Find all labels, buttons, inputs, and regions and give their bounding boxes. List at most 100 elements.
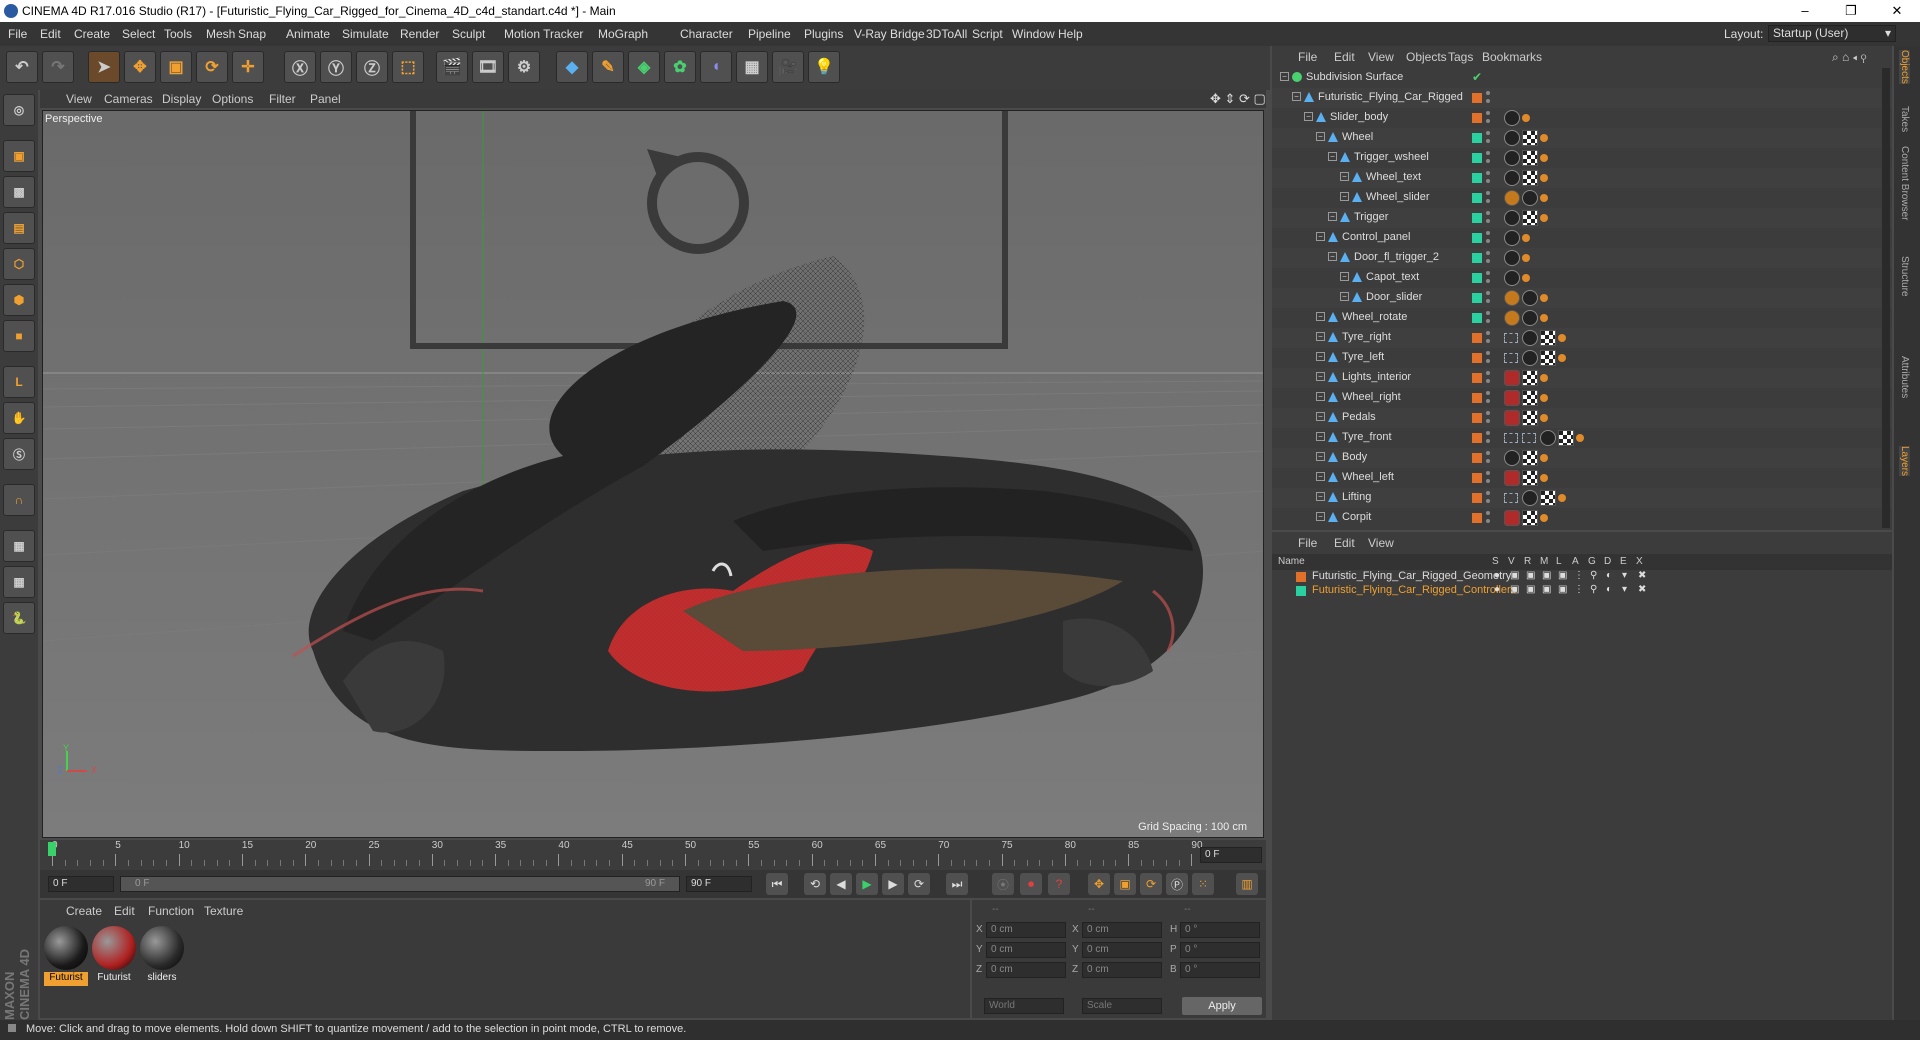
editor-visibility-dot[interactable] — [1486, 351, 1490, 355]
editor-visibility-dot[interactable] — [1486, 311, 1490, 315]
layer-flag-icon[interactable]: ▣ — [1542, 584, 1551, 595]
snap-button[interactable]: Ⓢ — [3, 438, 35, 470]
expand-toggle[interactable]: − — [1316, 472, 1325, 481]
checkmark-icon[interactable]: ✔ — [1472, 70, 1482, 84]
render-picture-viewer-button[interactable]: 🎞 — [472, 51, 504, 83]
expand-toggle[interactable]: − — [1340, 172, 1349, 181]
coord-size-field[interactable]: 0 cm — [1082, 962, 1162, 978]
material-red-tag-icon[interactable] — [1504, 510, 1520, 526]
layer-flag-icon[interactable]: ◐ — [1606, 584, 1612, 595]
coord-size-field[interactable]: 0 cm — [1082, 922, 1162, 938]
layout-select[interactable]: Startup (User) ▾ — [1768, 25, 1896, 42]
expand-toggle[interactable]: − — [1292, 92, 1301, 101]
editor-visibility-dot[interactable] — [1486, 191, 1490, 195]
texture-tag-icon[interactable] — [1522, 450, 1538, 466]
object-name[interactable]: Door_slider — [1366, 291, 1422, 303]
object-row[interactable]: − Wheel_right — [1272, 388, 1892, 408]
texture-tag-icon[interactable] — [1522, 470, 1538, 486]
object-name[interactable]: Trigger_wsheel — [1354, 151, 1429, 163]
menu-select[interactable]: Select — [122, 27, 155, 41]
object-name[interactable]: Lifting — [1342, 491, 1371, 503]
constraint-tag-icon[interactable] — [1540, 154, 1548, 162]
editor-visibility-dot[interactable] — [1486, 491, 1490, 495]
selection-tag-icon[interactable] — [1504, 493, 1518, 503]
layer-flag-icon[interactable]: ▾ — [1622, 584, 1627, 595]
object-menu-objects[interactable]: Objects — [1406, 50, 1447, 64]
expand-toggle[interactable]: − — [1280, 72, 1289, 81]
material-menu-function[interactable]: Function — [148, 904, 194, 918]
material-tag-icon[interactable] — [1522, 350, 1538, 366]
layer-menu-view[interactable]: View — [1368, 536, 1394, 550]
render-visibility-dot[interactable] — [1486, 199, 1490, 203]
render-visibility-dot[interactable] — [1486, 99, 1490, 103]
coord-rotation-field[interactable]: 0 ° — [1180, 942, 1260, 958]
object-row[interactable]: − Door_fl_trigger_2 — [1272, 248, 1892, 268]
object-name[interactable]: Futuristic_Flying_Car_Rigged — [1318, 91, 1463, 103]
selection-tag-icon[interactable] — [1504, 433, 1518, 443]
constraint-tag-icon[interactable] — [1540, 314, 1548, 322]
menu-sculpt[interactable]: Sculpt — [452, 27, 485, 41]
coord-rotation-field[interactable]: 0 ° — [1180, 962, 1260, 978]
object-row[interactable]: − Lifting — [1272, 488, 1892, 508]
render-visibility-dot[interactable] — [1486, 279, 1490, 283]
object-row[interactable]: − Slider_body — [1272, 108, 1892, 128]
object-name[interactable]: Wheel_left — [1342, 471, 1394, 483]
key-scale-button[interactable]: ▣ — [1114, 873, 1136, 895]
viewport-menu-cameras[interactable]: Cameras — [104, 92, 153, 106]
selection-tag-icon[interactable] — [1504, 353, 1518, 363]
layer-color-swatch[interactable] — [1472, 413, 1482, 423]
editor-visibility-dot[interactable] — [1486, 211, 1490, 215]
dock-tab-attributes[interactable]: Attributes — [1899, 356, 1910, 398]
material-ball[interactable] — [92, 926, 136, 970]
constraint-tag-icon[interactable] — [1540, 454, 1548, 462]
render-visibility-dot[interactable] — [1486, 379, 1490, 383]
render-visibility-dot[interactable] — [1486, 299, 1490, 303]
material-tag-icon[interactable] — [1522, 290, 1538, 306]
expand-toggle[interactable]: − — [1328, 252, 1337, 261]
object-row[interactable]: − Lights_interior — [1272, 368, 1892, 388]
render-visibility-dot[interactable] — [1486, 359, 1490, 363]
layer-color-swatch[interactable] — [1472, 233, 1482, 243]
expand-toggle[interactable]: − — [1316, 452, 1325, 461]
expand-toggle[interactable]: − — [1316, 332, 1325, 341]
timeline-playhead[interactable] — [48, 842, 56, 856]
layer-flag-icon[interactable]: ▣ — [1558, 584, 1567, 595]
layer-flag-icon[interactable]: ⚲ — [1590, 584, 1597, 595]
viewport-menu-panel[interactable]: Panel — [310, 92, 341, 106]
layer-color-swatch[interactable] — [1472, 93, 1482, 103]
texture-tag-icon[interactable] — [1522, 370, 1538, 386]
object-menu-view[interactable]: View — [1368, 50, 1394, 64]
object-name[interactable]: Slider_body — [1330, 111, 1388, 123]
render-visibility-dot[interactable] — [1486, 479, 1490, 483]
layer-flag-icon[interactable]: ▣ — [1558, 570, 1567, 581]
render-visibility-dot[interactable] — [1486, 459, 1490, 463]
material-tag-icon[interactable] — [1504, 130, 1520, 146]
dock-tab-structure[interactable]: Structure — [1899, 256, 1910, 297]
editor-visibility-dot[interactable] — [1486, 391, 1490, 395]
layer-menu-edit[interactable]: Edit — [1334, 536, 1355, 550]
expand-toggle[interactable]: − — [1340, 292, 1349, 301]
menu-animate[interactable]: Animate — [286, 27, 330, 41]
menu-edit[interactable]: Edit — [40, 27, 61, 41]
coord-size-field[interactable]: 0 cm — [1082, 942, 1162, 958]
layer-flag-icon[interactable]: ▣ — [1542, 570, 1551, 581]
current-frame-field[interactable]: 0 F — [1200, 847, 1262, 863]
key-rotation-button[interactable]: ⟳ — [1140, 873, 1162, 895]
menu-3dtoall[interactable]: 3DToAll — [926, 27, 967, 41]
points-mode-button[interactable]: ⬡ — [3, 248, 35, 280]
floor-button[interactable]: ▦ — [736, 51, 768, 83]
editor-visibility-dot[interactable] — [1486, 111, 1490, 115]
editor-visibility-dot[interactable] — [1486, 331, 1490, 335]
maximize-button[interactable]: ❐ — [1828, 0, 1874, 22]
expand-toggle[interactable]: − — [1316, 392, 1325, 401]
texture-tag-icon[interactable] — [1540, 330, 1556, 346]
layer-color-swatch[interactable] — [1472, 513, 1482, 523]
constraint-tag-icon[interactable] — [1540, 134, 1548, 142]
material-red-tag-icon[interactable] — [1504, 390, 1520, 406]
coord-position-field[interactable]: 0 cm — [986, 962, 1066, 978]
object-row[interactable]: − Futuristic_Flying_Car_Rigged — [1272, 88, 1892, 108]
object-name[interactable]: Subdivision Surface — [1306, 71, 1403, 83]
rotate-tool-button[interactable]: ⟳ — [196, 51, 228, 83]
x-axis-lock-button[interactable]: Ⓧ — [284, 51, 316, 83]
object-row[interactable]: − Control_panel — [1272, 228, 1892, 248]
